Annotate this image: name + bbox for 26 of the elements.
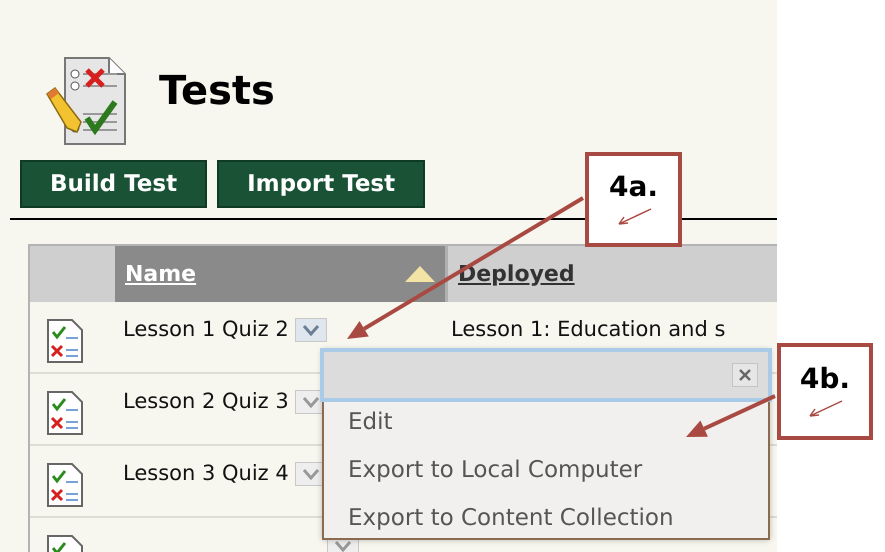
menu-item[interactable]: Export to Local Computer [324,446,642,494]
options-menu-button[interactable] [294,318,327,342]
test-name: Lesson 3 Quiz 4 [123,460,289,487]
column-sort-link[interactable]: Deployed [458,258,575,290]
quiz-document-icon [46,390,84,436]
sort-ascending-icon [405,266,435,282]
close-button[interactable] [732,363,758,387]
toolbar-button[interactable]: Build Test [20,160,208,208]
chevron-down-icon [334,540,352,552]
quiz-document-icon [46,318,84,364]
menu-item[interactable]: Export to Content Collection [324,494,674,542]
test-name: Lesson 2 Quiz 3 [123,388,289,415]
test-document-icon [45,56,127,146]
deployed-text: Lesson 1: Education and s [451,317,726,341]
test-name: Lesson 1 Quiz 2 [123,316,289,343]
menu-item[interactable]: Edit [324,398,393,446]
chevron-down-icon [302,468,320,480]
page-title: Tests [159,71,275,111]
toolbar-button[interactable]: Import Test [217,160,426,208]
callout-label: 4b. [800,364,850,392]
chevron-down-icon [302,324,320,336]
column-sort-link[interactable]: Name [125,258,196,290]
quiz-document-icon [46,462,84,508]
callout-label: 4a. [608,172,658,200]
close-icon [739,369,751,381]
chevron-down-icon [302,396,320,408]
